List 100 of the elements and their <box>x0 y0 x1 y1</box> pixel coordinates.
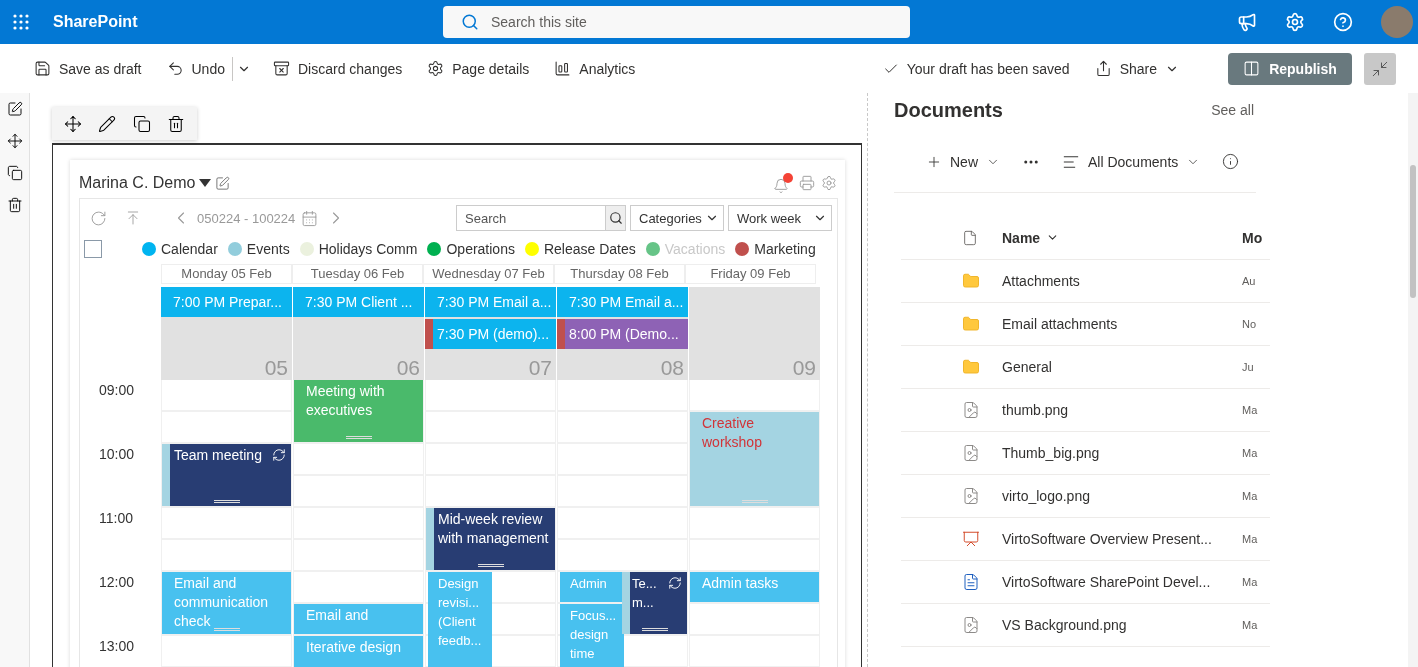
column-header[interactable]: Name <box>1002 229 1242 246</box>
file-name[interactable]: VirtoSoftware SharePoint Devel... <box>1002 574 1242 590</box>
modified-cell-text: Ma <box>1242 533 1259 545</box>
category-strip <box>426 508 434 570</box>
edit-icon[interactable] <box>98 114 117 133</box>
command-button[interactable]: Analytics <box>554 60 636 77</box>
command-button[interactable]: Undo <box>166 60 225 77</box>
discard-icon <box>272 60 290 77</box>
day-header: Friday 09 Feb <box>685 264 816 284</box>
save-status: Your draft has been saved <box>882 60 1070 77</box>
undo-menu-button[interactable] <box>231 56 251 81</box>
recurring-icon <box>668 576 682 590</box>
view-selector[interactable]: All Documents <box>1062 152 1201 171</box>
calendar-title[interactable]: Marina C. Demo <box>79 174 196 192</box>
calendar-event[interactable]: Te... m... <box>622 572 687 634</box>
copy-icon[interactable] <box>132 114 151 133</box>
command-button[interactable]: Save as draft <box>34 60 142 77</box>
day-column[interactable]: Mid-week review with management Design revisi... (Client feedb... <box>425 380 556 667</box>
categories-dropdown[interactable]: Categories <box>630 205 724 231</box>
file-name[interactable]: Thumb_big.png <box>1002 445 1242 461</box>
file-name[interactable]: General <box>1002 359 1242 375</box>
search-field[interactable]: Search this site <box>443 6 910 38</box>
day-number: 05 <box>264 356 289 380</box>
search-icon <box>608 211 623 225</box>
caret-icon[interactable] <box>199 179 212 187</box>
resize-handle[interactable] <box>213 628 240 631</box>
delete-icon[interactable] <box>166 114 185 133</box>
resize-handle[interactable] <box>213 500 240 503</box>
see-all-link[interactable]: See all <box>1211 102 1254 118</box>
book-icon <box>1243 60 1261 77</box>
view-dropdown[interactable]: Work week <box>728 205 832 231</box>
modified-cell-text: Ma <box>1242 404 1259 416</box>
command-button[interactable]: Page details <box>427 60 530 77</box>
calendar-icon[interactable] <box>301 209 319 227</box>
file-name[interactable]: VirtoSoftware Overview Present... <box>1002 531 1242 547</box>
category-label[interactable]: Holidays Comm <box>318 241 418 257</box>
file-name[interactable]: VS Background.png <box>1002 617 1242 633</box>
file-name[interactable]: virto_logo.png <box>1002 488 1242 504</box>
help-icon[interactable] <box>1333 12 1353 32</box>
copy-icon[interactable] <box>6 165 23 181</box>
analytics-icon <box>554 60 572 77</box>
move-icon[interactable] <box>64 114 83 133</box>
file-type-icon <box>962 229 978 246</box>
select-all-checkbox[interactable] <box>84 240 102 258</box>
file-name[interactable]: thumb.png <box>1002 402 1242 418</box>
documents-title: Documents <box>894 98 1003 122</box>
resize-handle[interactable] <box>641 628 668 631</box>
hour-label: 09:00 <box>98 381 136 400</box>
day-column[interactable]: Admin Focus... design time Te... m... <box>557 380 688 667</box>
day-number: 08 <box>660 356 685 380</box>
category-label[interactable]: Events <box>246 241 290 257</box>
save-icon <box>34 60 51 77</box>
calendar-event[interactable]: Mid-week review with management <box>426 508 555 570</box>
calendar-event[interactable]: Team meeting <box>162 444 291 506</box>
modified-cell-text: Ju <box>1242 361 1255 373</box>
collapse-icon <box>1371 59 1389 78</box>
search-button[interactable] <box>605 205 626 231</box>
day-header: Thursday 08 Feb <box>554 264 685 284</box>
megaphone-icon[interactable] <box>1237 12 1257 32</box>
all-day-event[interactable]: 8:00 PM (Demo... <box>557 319 688 349</box>
day-column[interactable]: Team meeting Email and communication check <box>161 380 292 667</box>
file-name[interactable]: Attachments <box>1002 273 1242 289</box>
edit-icon[interactable] <box>6 101 23 117</box>
new-button[interactable]: New <box>926 153 1000 170</box>
hour-label: 10:00 <box>98 445 136 464</box>
category-strip <box>622 572 630 634</box>
modified-cell-text: Ma <box>1242 576 1259 588</box>
file-name[interactable]: Email attachments <box>1002 316 1242 332</box>
delete-icon[interactable] <box>6 197 23 213</box>
column-header[interactable]: Mo <box>1242 229 1263 246</box>
category-label[interactable]: Calendar <box>161 241 218 257</box>
settings-icon[interactable] <box>821 175 837 191</box>
site-brand[interactable]: SharePoint <box>53 13 443 31</box>
hour-label: 12:00 <box>98 573 136 592</box>
category-strip <box>162 444 170 506</box>
share-button[interactable]: Share <box>1094 60 1179 77</box>
move-icon[interactable] <box>6 133 23 149</box>
category-label[interactable]: Marketing <box>754 241 816 257</box>
resize-handle[interactable] <box>477 564 504 567</box>
collapse-button[interactable] <box>1364 52 1396 85</box>
resize-handle[interactable] <box>741 500 768 503</box>
calendar-search-field[interactable]: Search <box>456 205 605 231</box>
category-label[interactable]: Release Dates <box>543 241 636 257</box>
resize-handle[interactable] <box>345 436 372 439</box>
day-number: 06 <box>396 356 421 380</box>
command-button[interactable]: Discard changes <box>272 60 403 77</box>
modified-cell-text: Ma <box>1242 447 1259 459</box>
category-label[interactable]: Operations <box>446 241 515 257</box>
category-strip <box>557 319 565 349</box>
refresh-icon[interactable] <box>90 209 107 227</box>
share-icon <box>1094 60 1112 77</box>
modified-cell-text: Ma <box>1242 619 1259 631</box>
undo-icon <box>166 60 184 77</box>
info-icon[interactable] <box>1222 153 1240 170</box>
hour-label: 11:00 <box>98 509 134 528</box>
day-header: Tuesday 06 Feb <box>292 264 423 284</box>
notification-bell[interactable] <box>773 172 793 194</box>
app-launcher-icon[interactable] <box>12 13 30 31</box>
modified-cell-text: Au <box>1242 275 1257 287</box>
republish-button[interactable]: Republish <box>1228 52 1352 85</box>
